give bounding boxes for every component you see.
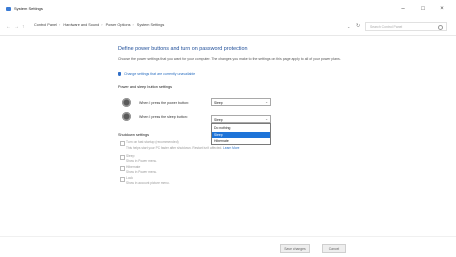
- power-options-icon: [6, 7, 11, 11]
- learn-more-link[interactable]: Learn More: [223, 146, 239, 150]
- refresh-icon[interactable]: ↻: [356, 23, 360, 29]
- hibernate-label: Hibernate: [126, 165, 141, 169]
- page-description: Choose the power settings that you want …: [118, 57, 341, 61]
- hibernate-checkbox[interactable]: [120, 166, 125, 171]
- search-input[interactable]: Search Control Panel: [365, 22, 447, 31]
- minimize-button[interactable]: –: [398, 5, 408, 13]
- window-title: System Settings: [14, 6, 43, 11]
- hibernate-description: Show in Power menu.: [126, 170, 158, 174]
- breadcrumb: Control Panel › Hardware and Sound › Power…: [34, 23, 165, 27]
- search-icon: [438, 24, 443, 30]
- search-placeholder: Search Control Panel: [370, 25, 403, 29]
- change-settings-link[interactable]: Change settings that are currently unava…: [118, 72, 195, 77]
- maximize-button[interactable]: □: [418, 5, 428, 13]
- breadcrumb-item[interactable]: Control Panel: [34, 23, 57, 27]
- sleep-checkbox[interactable]: [120, 155, 125, 160]
- forward-arrow-icon[interactable]: →: [14, 24, 19, 30]
- sleep-label: Sleep: [126, 154, 135, 158]
- sleep-options-dropdown[interactable]: Do nothing Sleep Hibernate: [211, 123, 271, 145]
- cancel-button[interactable]: Cancel: [322, 244, 346, 253]
- footer: Save changes Cancel: [0, 236, 456, 257]
- address-bar: ← → ↑ Control Panel › Hardware and Sound ›…: [0, 19, 456, 36]
- back-arrow-icon[interactable]: ←: [6, 24, 11, 30]
- sleep-button-icon: [122, 112, 131, 121]
- lock-checkbox[interactable]: [120, 177, 125, 182]
- save-changes-button[interactable]: Save changes: [280, 244, 310, 253]
- shield-icon: [118, 72, 121, 77]
- shutdown-section-title: Shutdown settings: [118, 133, 150, 137]
- power-button-select[interactable]: Sleep ⌄: [211, 98, 271, 106]
- dropdown-option[interactable]: Do nothing: [212, 125, 270, 131]
- breadcrumb-item[interactable]: System Settings: [137, 23, 164, 27]
- close-button[interactable]: ×: [437, 5, 447, 13]
- lock-description: Show in account picture menu.: [126, 181, 170, 185]
- power-button-icon: [122, 98, 131, 107]
- up-arrow-icon[interactable]: ↑: [22, 24, 25, 30]
- chevron-down-icon: ⌄: [265, 100, 268, 104]
- sleep-description: Show in Power menu.: [126, 159, 158, 163]
- chevron-down-icon: ⌄: [265, 117, 268, 121]
- lock-label: Lock: [126, 176, 133, 180]
- breadcrumb-item[interactable]: Hardware and Sound: [63, 23, 99, 27]
- sleep-button-label: When I press the sleep button:: [139, 115, 188, 119]
- title-bar: System Settings – □ ×: [0, 0, 456, 19]
- fast-startup-label: Turn on fast startup (recommended): [126, 140, 179, 144]
- sleep-button-select[interactable]: Sleep ⌄: [211, 115, 271, 123]
- chevron-down-icon[interactable]: ⌄: [347, 24, 350, 29]
- power-sleep-section-title: Power and sleep button settings: [118, 85, 173, 89]
- page-heading: Define power buttons and turn on passwor…: [118, 46, 248, 52]
- breadcrumb-item[interactable]: Power Options: [106, 23, 131, 27]
- fast-startup-description: This helps start your PC faster after sh…: [126, 146, 240, 150]
- power-button-label: When I press the power button:: [139, 101, 189, 105]
- fast-startup-checkbox[interactable]: [120, 141, 125, 146]
- dropdown-option[interactable]: Hibernate: [212, 138, 270, 144]
